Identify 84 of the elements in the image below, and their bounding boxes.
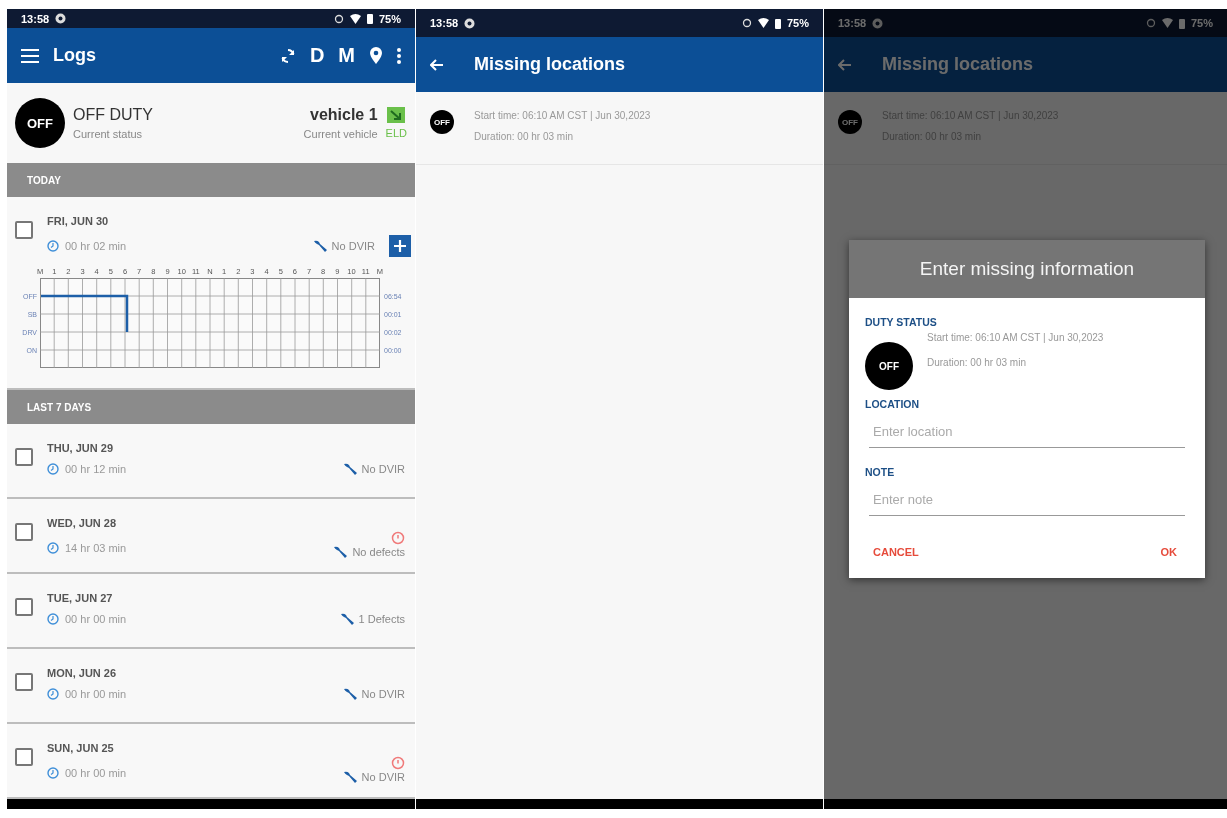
battery-percent: 75% — [378, 12, 401, 25]
section-header: LAST 7 DAYS — [7, 390, 415, 424]
sync-status-icon — [1145, 18, 1156, 28]
plus-icon — [394, 240, 406, 252]
wifi-icon — [757, 18, 769, 28]
log-date: WED, JUN 28 — [47, 517, 118, 529]
log-duration: 00 hr 00 min — [65, 688, 128, 700]
clock-icon — [47, 240, 59, 252]
battery-icon — [774, 17, 781, 29]
screen-title: Missing locations — [474, 54, 626, 75]
clock-icon — [47, 767, 59, 779]
sync-icon[interactable] — [279, 47, 296, 64]
clock-icon — [47, 613, 59, 625]
status-caption: Current status — [73, 128, 144, 140]
cancel-button[interactable]: CANCEL — [865, 540, 927, 564]
day-checkbox[interactable] — [15, 598, 33, 616]
log-date: THU, JUN 29 — [47, 442, 115, 454]
log-duration: 14 hr 03 min — [65, 542, 128, 554]
vehicle-name: vehicle 1 — [309, 106, 378, 124]
back-arrow-icon[interactable] — [430, 58, 444, 71]
screen-title: Logs — [53, 45, 96, 66]
screen-title: Missing locations — [882, 54, 1034, 75]
day-checkbox[interactable] — [15, 523, 33, 541]
eld-label: ELD — [385, 127, 407, 139]
log-duration: 00 hr 00 min — [65, 767, 128, 779]
battery-icon — [1178, 17, 1185, 29]
field-label: NOTE — [865, 466, 896, 478]
toolbar-button[interactable]: M — [338, 44, 355, 67]
log-date: FRI, JUN 30 — [47, 215, 110, 227]
dialog-title: Enter missing information — [849, 240, 1205, 298]
clock-icon — [47, 463, 59, 475]
note-input[interactable]: Enter note — [869, 484, 1185, 516]
status-time: 13:58 — [430, 17, 459, 29]
menu-icon[interactable] — [21, 48, 39, 63]
wifi-icon — [349, 13, 361, 24]
dvir-status: 1 Defects — [358, 613, 405, 625]
status-time: 13:58 — [21, 12, 50, 25]
duty-status-badge: OFF — [865, 342, 913, 390]
app-notification-icon — [464, 17, 476, 29]
log-date: SUN, JUN 25 — [47, 742, 115, 754]
dvir-status: No defects — [352, 546, 405, 558]
add-button[interactable] — [389, 235, 411, 257]
duration-text: Duration: 00 hr 03 min — [474, 131, 574, 142]
battery-percent: 75% — [786, 17, 809, 29]
log-duration: 00 hr 00 min — [65, 613, 128, 625]
vehicle-caption: Current vehicle — [303, 128, 378, 140]
battery-icon — [366, 13, 373, 24]
clock-icon — [47, 542, 59, 554]
sync-status-icon — [333, 13, 344, 24]
toolbar-button[interactable]: D — [309, 44, 325, 67]
status-time: 13:58 — [838, 17, 867, 29]
day-checkbox[interactable] — [15, 673, 33, 691]
section-header: TODAY — [7, 163, 415, 197]
duty-status: OFF DUTY — [73, 106, 153, 124]
field-label: LOCATION — [865, 398, 921, 410]
duration-text: Duration: 00 hr 03 min — [927, 357, 1027, 368]
app-notification-icon — [872, 17, 884, 29]
location-input[interactable]: Enter location — [869, 416, 1185, 448]
dvir-status: No DVIR — [331, 240, 375, 252]
app-notification-icon — [55, 13, 67, 24]
field-label: DUTY STATUS — [865, 316, 938, 328]
clock-icon — [47, 688, 59, 700]
log-duration: 00 hr 02 min — [65, 240, 128, 252]
day-checkbox[interactable] — [15, 748, 33, 766]
more-options-icon[interactable] — [397, 47, 401, 64]
dvir-status: No DVIR — [361, 771, 405, 783]
log-duration: 00 hr 12 min — [65, 463, 128, 475]
duty-status-badge: OFF — [430, 110, 454, 134]
wifi-icon — [1161, 18, 1173, 28]
log-date: MON, JUN 26 — [47, 667, 118, 679]
log-date: TUE, JUN 27 — [47, 592, 114, 604]
ok-button[interactable]: OK — [1152, 540, 1185, 564]
day-checkbox[interactable] — [15, 221, 33, 239]
duty-status-badge: OFF — [838, 110, 862, 134]
eld-connection-icon — [387, 107, 406, 123]
duty-status-badge: OFF — [15, 98, 65, 148]
dvir-status: No DVIR — [361, 463, 405, 475]
battery-percent: 75% — [1190, 17, 1213, 29]
start-time: Start time: 06:10 AM CST | Jun 30,2023 — [927, 332, 1104, 343]
start-time: Start time: 06:10 AM CST | Jun 30,2023 — [474, 110, 651, 121]
day-checkbox[interactable] — [15, 448, 33, 466]
dvir-status: No DVIR — [361, 688, 405, 700]
sync-status-icon — [741, 18, 752, 28]
location-pin-icon[interactable] — [369, 46, 383, 65]
